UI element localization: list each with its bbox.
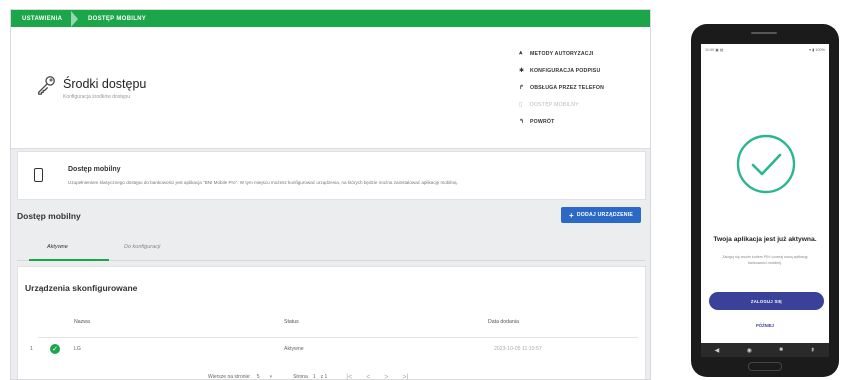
action-authorization-methods[interactable]: ⩓ METODY AUTORYZACJI xyxy=(519,45,649,62)
phone-screen: 11:00 ▣ ▤ ▾ ▮ 100% Twoja aplikacja jest … xyxy=(701,44,829,343)
breadcrumb: USTAWIENIA DOSTĘP MOBILNY xyxy=(11,10,650,27)
add-device-button[interactable]: + DODAJ URZĄDZENIE xyxy=(561,207,641,223)
page-label: Strona xyxy=(293,374,308,380)
status-bar: 11:00 ▣ ▤ ▾ ▮ 100% xyxy=(705,47,825,53)
action-signature-config[interactable]: ✱ KONFIGURACJA PODPISU xyxy=(519,62,649,79)
nav-recents-icon[interactable]: ■ xyxy=(779,347,783,353)
info-card: Dostęp mobilny Uzupełnieniem klasycznego… xyxy=(17,151,646,200)
info-card-title: Dostęp mobilny xyxy=(68,166,121,173)
nav-home-icon[interactable]: ◉ xyxy=(747,347,752,354)
tab-active-indicator xyxy=(29,259,109,261)
action-label: METODY AUTORYZACJI xyxy=(530,50,594,57)
success-title: Twoja aplikacja jest już aktywna. xyxy=(713,236,817,243)
nav-extra-icon[interactable]: ⇞ xyxy=(810,347,815,354)
action-label: DOSTĘP MOBILNY xyxy=(530,101,579,108)
devices-table: Urządzenia skonfigurowane Nazwa Status D… xyxy=(17,266,646,380)
column-header-name[interactable]: Nazwa xyxy=(74,319,90,325)
page-header: Środki dostępu Konfiguracja środków dost… xyxy=(11,27,650,149)
rows-per-page-value: 5 xyxy=(256,373,260,380)
tabs: Aktywne Do konfiguracji xyxy=(17,236,646,261)
breadcrumb-separator-icon xyxy=(71,10,78,27)
next-page-icon[interactable]: > xyxy=(384,374,388,380)
prev-page-icon[interactable]: < xyxy=(366,374,370,380)
action-phone-service[interactable]: ↱ OBSŁUGA PRZEZ TELEFON xyxy=(519,79,649,96)
nav-back-icon[interactable]: ◀ xyxy=(715,347,720,354)
actions-menu: ⩓ METODY AUTORYZACJI ✱ KONFIGURACJA PODP… xyxy=(519,45,649,130)
table-title: Urządzenia skonfigurowane xyxy=(25,283,138,293)
page-of-label: z 1 xyxy=(320,374,328,380)
key-icon xyxy=(38,76,55,95)
rows-per-page-label: Wiersze na stronie: xyxy=(208,374,251,380)
check-icon: ✓ xyxy=(50,344,60,354)
asterisk-icon: ✱ xyxy=(519,68,525,74)
later-link[interactable]: PÓŹNIEJ xyxy=(701,323,829,328)
pagination: Wiersze na stronie: 5 ▾ Strona 1 z 1 |< <… xyxy=(208,372,415,380)
phone-device: 11:00 ▣ ▤ ▾ ▮ 100% Twoja aplikacja jest … xyxy=(691,24,839,377)
back-arrow-icon: ↰ xyxy=(519,119,525,125)
info-card-description: Uzupełnieniem klasycznego dostępu do ban… xyxy=(68,180,458,185)
device-status: Aktywne xyxy=(284,346,304,352)
breadcrumb-item-mobile-access: DOSTĘP MOBILNY xyxy=(88,15,147,22)
page-input[interactable]: 1 xyxy=(311,374,318,380)
device-date: 2023-10-05 11:10:57 xyxy=(494,346,542,352)
phone-speaker xyxy=(751,32,777,34)
rows-per-page-select[interactable]: 5 ▾ xyxy=(254,374,275,380)
last-page-icon[interactable]: >| xyxy=(402,374,408,380)
action-label: POWRÓT xyxy=(530,118,555,125)
section-title: Dostęp mobilny xyxy=(17,211,81,221)
action-label: KONFIGURACJA PODPISU xyxy=(530,67,601,74)
web-app-window: USTAWIENIA DOSTĘP MOBILNY Środki dostępu… xyxy=(10,9,651,380)
device-name: LG xyxy=(74,346,81,352)
row-number: 1 xyxy=(30,346,33,352)
page-subtitle: Konfiguracja środków dostępu xyxy=(63,94,130,100)
users-icon: ⩓ xyxy=(519,50,523,56)
first-page-icon[interactable]: |< xyxy=(346,374,352,380)
action-label: OBSŁUGA PRZEZ TELEFON xyxy=(530,84,605,91)
phone-bottom-bar xyxy=(748,362,782,371)
action-mobile-access: ▯ DOSTĘP MOBILNY xyxy=(519,96,649,113)
mobile-icon: ▯ xyxy=(519,102,523,108)
plus-icon: + xyxy=(568,210,574,220)
caret-down-icon: ▾ xyxy=(269,373,273,380)
status-icons: ▾ ▮ 100% xyxy=(809,48,825,52)
add-device-label: DODAJ URZĄDZENIE xyxy=(576,212,634,218)
tab-to-configure[interactable]: Do konfiguracji xyxy=(124,244,160,250)
action-back[interactable]: ↰ POWRÓT xyxy=(519,113,649,130)
breadcrumb-item-settings[interactable]: USTAWIENIA xyxy=(11,16,71,22)
smartphone-icon xyxy=(34,168,43,182)
status-time: 11:00 ▣ ▤ xyxy=(705,48,724,52)
column-header-status[interactable]: Status xyxy=(284,319,299,325)
page-title: Środki dostępu xyxy=(63,77,147,91)
table-header-divider xyxy=(38,337,638,338)
column-header-date[interactable]: Data dodania xyxy=(488,319,519,325)
android-nav-bar: ◀ ◉ ■ ⇞ xyxy=(701,343,829,357)
success-check-icon xyxy=(736,134,796,194)
tab-active[interactable]: Aktywne xyxy=(47,244,68,250)
success-description: Zaloguj się swoim kodem PIN i poznaj now… xyxy=(722,255,808,265)
phone-forward-icon: ↱ xyxy=(519,85,525,91)
login-button[interactable]: ZALOGUJ SIĘ xyxy=(709,292,824,310)
